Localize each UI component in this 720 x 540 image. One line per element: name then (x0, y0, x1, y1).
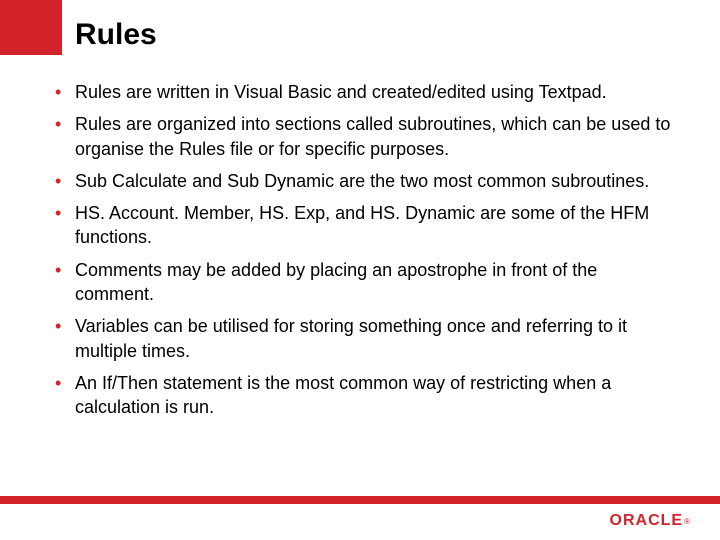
bullet-list: Rules are written in Visual Basic and cr… (55, 80, 680, 420)
logo-text: ORACLE (610, 512, 684, 530)
bullet-item: Rules are written in Visual Basic and cr… (55, 80, 680, 104)
bullet-item: An If/Then statement is the most common … (55, 371, 680, 420)
bullet-item: Sub Calculate and Sub Dynamic are the tw… (55, 169, 680, 193)
header-accent-block (0, 0, 62, 55)
bullet-item: HS. Account. Member, HS. Exp, and HS. Dy… (55, 201, 680, 250)
bullet-item: Comments may be added by placing an apos… (55, 258, 680, 307)
slide-content: Rules are written in Visual Basic and cr… (55, 80, 680, 428)
bullet-item: Rules are organized into sections called… (55, 112, 680, 161)
oracle-logo: ORACLE ® (610, 512, 690, 530)
registered-mark: ® (684, 517, 690, 526)
footer-accent-bar (0, 496, 720, 504)
slide-title: Rules (75, 18, 157, 52)
bullet-item: Variables can be utilised for storing so… (55, 314, 680, 363)
